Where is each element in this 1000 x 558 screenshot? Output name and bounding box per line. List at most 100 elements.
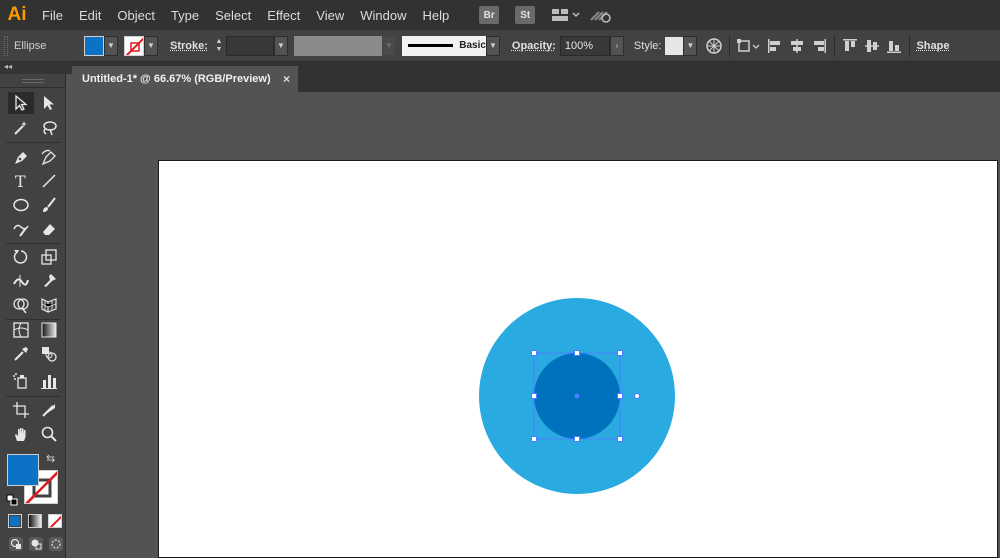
stroke-weight-stepper[interactable]: ▲ ▼ <box>212 35 226 57</box>
eyedropper-tool-icon[interactable] <box>8 343 34 365</box>
document-tab-title: Untitled-1* @ 66.67% (RGB/Preview) <box>82 73 271 85</box>
handle-top-right[interactable] <box>617 350 623 356</box>
menu-help[interactable]: Help <box>414 0 457 30</box>
menu-window[interactable]: Window <box>352 0 414 30</box>
shaper-tool-icon[interactable] <box>8 218 34 240</box>
tools-panel-grip[interactable] <box>0 74 65 88</box>
bridge-button[interactable]: Br <box>479 6 500 24</box>
menu-bar: Ai File Edit Object Type Select Effect V… <box>0 0 1000 30</box>
separator <box>909 34 911 57</box>
selected-object-type: Ellipse <box>14 39 47 52</box>
rotate-tool-icon[interactable] <box>8 246 34 268</box>
default-fill-stroke-icon[interactable] <box>6 494 18 509</box>
stroke-label[interactable]: Stroke: <box>170 40 208 52</box>
swap-fill-stroke-icon[interactable]: ⇆ <box>46 452 55 465</box>
handle-bottom-center[interactable] <box>574 436 580 442</box>
draw-normal-icon[interactable] <box>8 536 24 555</box>
align-left-icon[interactable] <box>764 35 786 57</box>
handle-middle-left[interactable] <box>531 393 537 399</box>
direct-selection-tool-icon[interactable] <box>36 92 62 114</box>
line-segment-tool-icon[interactable] <box>36 170 62 192</box>
selection-tool-icon[interactable] <box>8 92 34 114</box>
paintbrush-tool-icon[interactable] <box>36 194 62 216</box>
menu-select[interactable]: Select <box>207 0 259 30</box>
handle-bottom-left[interactable] <box>531 436 537 442</box>
scale-tool-icon[interactable] <box>36 246 62 268</box>
stroke-dropdown-icon[interactable]: ▼ <box>144 35 158 56</box>
opacity-label[interactable]: Opacity: <box>512 40 556 52</box>
draw-inside-icon[interactable] <box>48 536 64 555</box>
draw-behind-icon[interactable] <box>28 536 44 555</box>
align-top-icon[interactable] <box>839 35 861 57</box>
style-label: Style: <box>633 39 662 52</box>
graphic-style-swatch[interactable] <box>665 36 684 55</box>
type-tool-icon[interactable]: T <box>8 170 34 192</box>
fill-dropdown-icon[interactable]: ▼ <box>104 35 118 56</box>
width-tool-icon[interactable] <box>8 270 34 292</box>
handle-bottom-right[interactable] <box>617 436 623 442</box>
artboard[interactable] <box>158 160 998 558</box>
align-middle-icon[interactable] <box>861 35 883 57</box>
lasso-tool-icon[interactable] <box>36 117 62 139</box>
pie-widget-handle[interactable] <box>634 393 640 399</box>
app-logo: Ai <box>7 4 27 25</box>
symbol-sprayer-tool-icon[interactable] <box>8 370 34 392</box>
fill-color-swatch[interactable] <box>84 35 104 56</box>
blend-tool-icon[interactable] <box>36 343 62 365</box>
control-bar: Ellipse ▼ ▼ Stroke: ▲ ▼ ▼ ▼ Basic ▼ Opaci… <box>0 30 1000 62</box>
svg-text:T: T <box>15 172 26 190</box>
puppet-warp-tool-icon[interactable] <box>36 270 62 292</box>
opacity-field[interactable]: 100% <box>559 35 610 56</box>
style-dropdown-icon[interactable]: ▼ <box>683 35 698 56</box>
stroke-weight-dropdown-icon[interactable]: ▼ <box>273 35 288 56</box>
magic-wand-tool-icon[interactable] <box>8 117 34 139</box>
shape-properties-link[interactable]: Shape <box>914 40 949 52</box>
collapse-panel-icon[interactable]: ◂◂ <box>4 62 12 71</box>
stock-button[interactable]: St <box>515 6 536 24</box>
separator <box>729 34 731 57</box>
opacity-arrow-icon[interactable]: › <box>609 35 624 56</box>
shape-builder-tool-icon[interactable] <box>8 294 34 316</box>
column-graph-tool-icon[interactable] <box>36 370 62 392</box>
eraser-tool-icon[interactable] <box>36 218 62 240</box>
mesh-tool-icon[interactable] <box>8 319 34 341</box>
color-mode-icon[interactable] <box>8 514 22 528</box>
workspace-grid-icon[interactable] <box>551 7 581 23</box>
handle-top-center[interactable] <box>574 350 580 356</box>
menu-view[interactable]: View <box>308 0 352 30</box>
align-bottom-icon[interactable] <box>883 35 905 57</box>
menu-object[interactable]: Object <box>109 0 163 30</box>
brush-dropdown-icon[interactable]: ▼ <box>485 35 500 56</box>
pen-tool-icon[interactable] <box>8 146 34 168</box>
menu-type[interactable]: Type <box>163 0 207 30</box>
align-to-icon[interactable] <box>734 35 764 57</box>
document-tab-bar: Untitled-1* @ 66.67% (RGB/Preview) × <box>72 62 1000 92</box>
stroke-weight-field[interactable] <box>225 35 274 56</box>
slice-tool-icon[interactable] <box>36 399 62 421</box>
curvature-tool-icon[interactable] <box>36 146 62 168</box>
perspective-grid-tool-icon[interactable] <box>36 294 62 316</box>
menu-edit[interactable]: Edit <box>71 0 109 30</box>
align-center-icon[interactable] <box>786 35 808 57</box>
close-tab-icon[interactable]: × <box>283 72 290 86</box>
zoom-tool-icon[interactable] <box>36 423 62 445</box>
menu-effect[interactable]: Effect <box>259 0 308 30</box>
none-mode-icon[interactable] <box>48 514 62 528</box>
handle-middle-right[interactable] <box>617 393 623 399</box>
brush-definition[interactable]: Basic <box>401 35 486 56</box>
hand-tool-icon[interactable] <box>8 423 34 445</box>
document-tab[interactable]: Untitled-1* @ 66.67% (RGB/Preview) × <box>72 66 298 92</box>
align-right-icon[interactable] <box>808 35 830 57</box>
ellipse-tool-icon[interactable] <box>8 194 34 216</box>
handle-top-left[interactable] <box>531 350 537 356</box>
gpu-performance-icon[interactable] <box>589 6 613 24</box>
gradient-mode-icon[interactable] <box>28 514 42 528</box>
menu-file[interactable]: File <box>34 0 71 30</box>
stroke-none-swatch[interactable] <box>124 35 144 56</box>
artboard-tool-icon[interactable] <box>8 399 34 421</box>
fill-color-box[interactable] <box>7 454 39 486</box>
gradient-tool-icon[interactable] <box>36 319 62 341</box>
recolor-artwork-icon[interactable] <box>703 35 725 57</box>
variable-width-profile[interactable] <box>293 35 382 56</box>
canvas-area[interactable] <box>72 92 1000 558</box>
